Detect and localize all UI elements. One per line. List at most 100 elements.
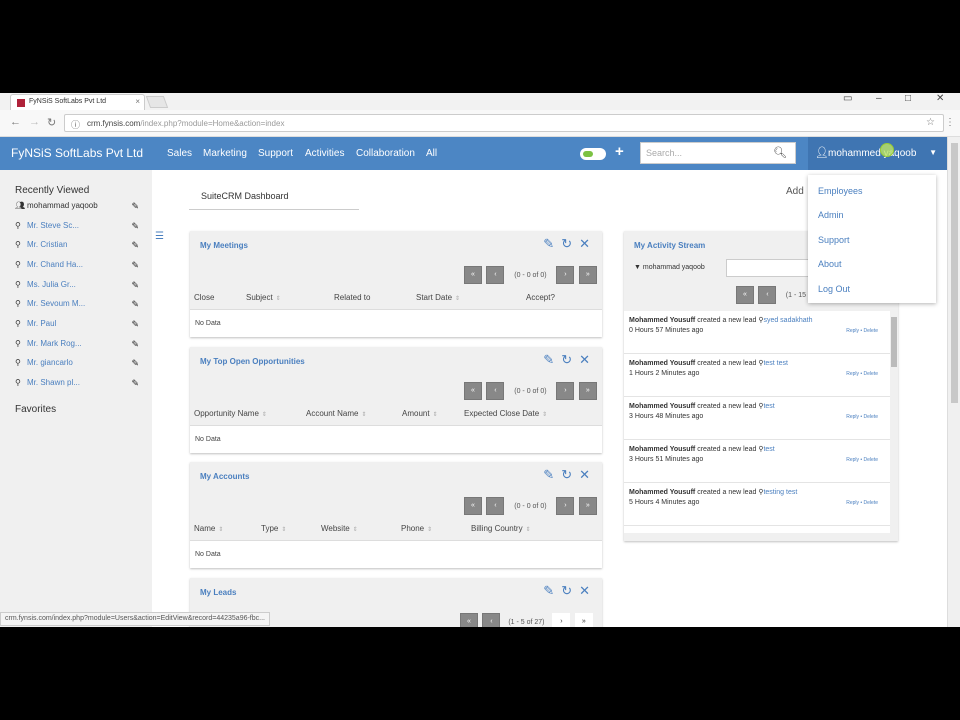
menu-item-about[interactable]: About <box>818 259 842 269</box>
prev-page-button[interactable]: ‹ <box>758 286 777 304</box>
next-page-button[interactable]: › <box>556 266 575 284</box>
edit-pencil-icon[interactable]: ✎ <box>543 236 554 251</box>
sidebar-item-recent[interactable]: ⚲ Mr. Sevoum M... ✎ <box>15 299 141 313</box>
edit-pencil-icon[interactable]: ✎ <box>131 260 139 271</box>
edit-pencil-icon[interactable]: ✎ <box>543 467 554 482</box>
last-page-button[interactable]: » <box>578 266 597 284</box>
nav-marketing[interactable]: Marketing <box>203 148 247 159</box>
post-lead-link[interactable]: test <box>763 403 774 410</box>
first-page-button[interactable]: « <box>464 497 482 515</box>
prev-page-button[interactable]: ‹ <box>486 497 505 515</box>
column-header[interactable]: Amount ⇕ <box>402 409 438 418</box>
column-header[interactable]: Type ⇕ <box>261 524 286 533</box>
post-author[interactable]: Mohammed Yousuff <box>629 403 695 410</box>
browser-tab[interactable]: FyNSiS SoftLabs Pvt Ltd × <box>10 94 145 110</box>
menu-item-admin[interactable]: Admin <box>818 210 844 220</box>
sort-icon[interactable]: ⇕ <box>542 412 547 418</box>
column-header[interactable]: Close <box>194 293 214 302</box>
dashlet-title[interactable]: My Top Open Opportunities <box>200 357 305 366</box>
post-author[interactable]: Mohammed Yousuff <box>629 317 695 324</box>
browser-menu-icon[interactable]: ⋮ <box>945 117 955 128</box>
sort-icon[interactable]: ⇕ <box>281 527 286 533</box>
dashlet-title[interactable]: My Leads <box>200 588 236 597</box>
edit-pencil-icon[interactable]: ✎ <box>543 352 554 367</box>
search-icon[interactable]: 🔍︎ <box>773 146 787 159</box>
next-page-button[interactable]: › <box>556 382 575 400</box>
reply-delete-links[interactable]: Reply • Delete <box>846 414 878 420</box>
close-window-icon[interactable]: ✕ <box>936 93 944 104</box>
dashlet-title[interactable]: My Activity Stream <box>634 241 705 250</box>
minimize-icon[interactable]: – <box>876 93 882 104</box>
first-page-button[interactable]: « <box>464 266 482 284</box>
column-header[interactable]: Phone ⇕ <box>401 524 432 533</box>
column-header[interactable]: Accept? <box>526 293 555 302</box>
first-page-button[interactable]: « <box>464 382 482 400</box>
list-view-icon[interactable]: ☰ <box>155 231 164 242</box>
sort-icon[interactable]: ⇕ <box>262 412 267 418</box>
last-page-button[interactable]: » <box>574 613 593 627</box>
edit-pencil-icon[interactable]: ✎ <box>131 240 139 251</box>
brand-name[interactable]: FyNSiS SoftLabs Pvt Ltd <box>11 146 143 160</box>
sort-icon[interactable]: ⇕ <box>427 527 432 533</box>
chevron-down-icon[interactable]: ▼ <box>634 264 641 271</box>
sidebar-item-recent[interactable]: ⚲ Mr. giancarlo ✎ <box>15 358 141 372</box>
nav-sales[interactable]: Sales <box>167 148 192 159</box>
prev-page-button[interactable]: ‹ <box>482 613 501 627</box>
sort-icon[interactable]: ⇕ <box>361 412 366 418</box>
dashlet-title[interactable]: My Accounts <box>200 472 250 481</box>
back-icon[interactable]: ← <box>10 116 21 128</box>
sidebar-item-recent[interactable]: ⚲ Mr. Mark Rog... ✎ <box>15 339 141 353</box>
close-icon[interactable]: ✕ <box>579 583 590 598</box>
sidebar-item-recent[interactable]: ⚲ Mr. Steve Sc... ✎ <box>15 221 141 235</box>
close-tab-icon[interactable]: × <box>135 97 140 106</box>
menu-item-log-out[interactable]: Log Out <box>818 284 850 294</box>
close-icon[interactable]: ✕ <box>579 236 590 251</box>
prev-page-button[interactable]: ‹ <box>486 382 505 400</box>
refresh-icon[interactable]: ↻ <box>561 236 572 251</box>
edit-pencil-icon[interactable]: ✎ <box>131 299 139 310</box>
column-header[interactable]: Expected Close Date ⇕ <box>464 409 547 418</box>
feed-scrollbar-thumb[interactable] <box>891 317 897 367</box>
maximize-icon[interactable]: □ <box>905 93 911 104</box>
post-author[interactable]: Mohammed Yousuff <box>629 489 695 496</box>
close-icon[interactable]: ✕ <box>579 467 590 482</box>
edit-pencil-icon[interactable]: ✎ <box>131 319 139 330</box>
nav-collaboration[interactable]: Collaboration <box>356 148 415 159</box>
next-page-button[interactable]: › <box>556 497 575 515</box>
window-user-icon[interactable]: ▭ <box>843 93 852 104</box>
last-page-button[interactable]: » <box>578 382 597 400</box>
sidebar-item-recent[interactable]: ⚲ Ms. Julia Gr... ✎ <box>15 280 141 294</box>
first-page-button[interactable]: « <box>460 613 478 627</box>
refresh-icon[interactable]: ↻ <box>561 467 572 482</box>
sort-icon[interactable]: ⇕ <box>218 527 223 533</box>
new-tab-button[interactable] <box>145 96 169 108</box>
sort-icon[interactable]: ⇕ <box>433 412 438 418</box>
sidebar-item-recent[interactable]: 👥︎ mohammad yaqoob ✎ <box>15 201 141 215</box>
search-input[interactable] <box>641 143 766 163</box>
reload-icon[interactable]: ↻ <box>47 116 56 129</box>
site-info-icon[interactable]: ⓘ <box>71 118 80 131</box>
post-author[interactable]: Mohammed Yousuff <box>629 446 695 453</box>
dashlet-title[interactable]: My Meetings <box>200 241 248 250</box>
post-lead-link[interactable]: test test <box>763 360 788 367</box>
post-lead-link[interactable]: testing test <box>763 489 797 496</box>
edit-pencil-icon[interactable]: ✎ <box>131 201 139 212</box>
column-header[interactable]: Related to <box>334 293 370 302</box>
reply-delete-links[interactable]: Reply • Delete <box>846 328 878 334</box>
nav-activities[interactable]: Activities <box>305 148 344 159</box>
column-header[interactable]: Billing Country ⇕ <box>471 524 531 533</box>
edit-pencil-icon[interactable]: ✎ <box>131 339 139 350</box>
reply-delete-links[interactable]: Reply • Delete <box>846 457 878 463</box>
sort-icon[interactable]: ⇕ <box>455 296 460 302</box>
refresh-icon[interactable]: ↻ <box>561 583 572 598</box>
first-page-button[interactable]: « <box>736 286 754 304</box>
dashboard-tab[interactable]: SuiteCRM Dashboard <box>189 180 359 210</box>
sort-icon[interactable]: ⇕ <box>526 527 531 533</box>
refresh-icon[interactable]: ↻ <box>561 352 572 367</box>
post-input[interactable] <box>726 259 816 277</box>
edit-pencil-icon[interactable]: ✎ <box>131 378 139 389</box>
user-menu-button[interactable]: 👤︎ mohammed yaqoob ▼ <box>808 137 947 170</box>
feed-scrollbar[interactable] <box>890 311 898 533</box>
post-lead-link[interactable]: test <box>763 446 774 453</box>
reply-delete-links[interactable]: Reply • Delete <box>846 500 878 506</box>
